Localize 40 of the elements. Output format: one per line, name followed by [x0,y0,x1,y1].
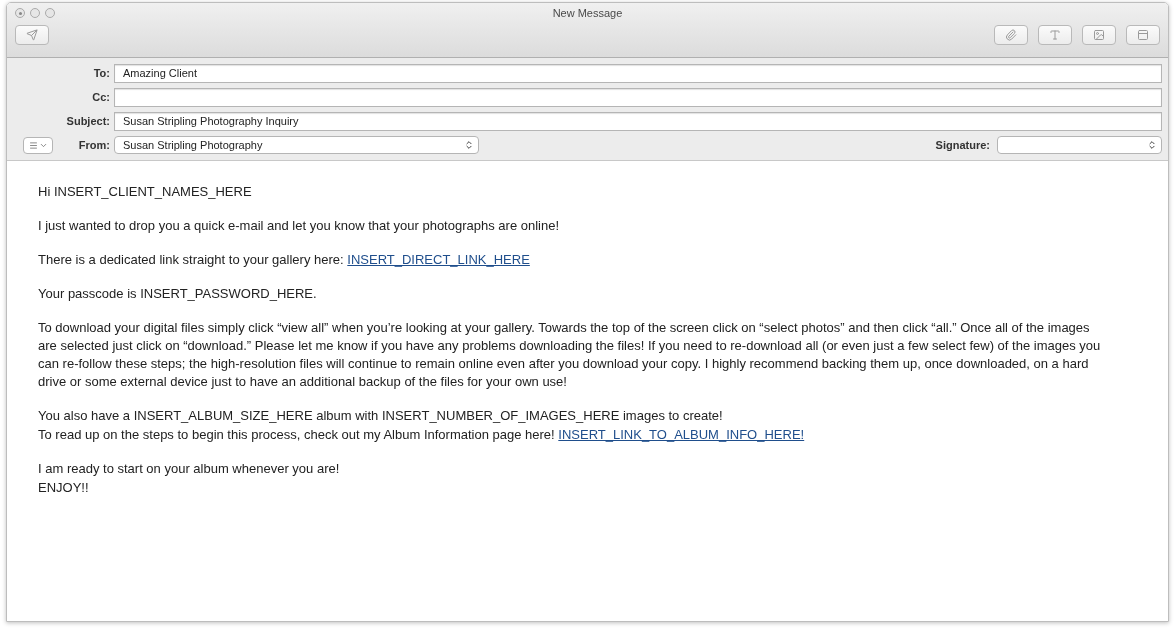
body-text: I am ready to start on your album whenever you are! [38,460,341,478]
photo-button[interactable] [1082,25,1116,45]
stepper-icon [464,140,474,150]
signature-dropdown[interactable] [997,136,1162,154]
minimize-button[interactable] [30,8,40,18]
text-field[interactable]: Susan Stripling Photography Inquiry [114,112,1162,131]
format-button[interactable] [1038,25,1072,45]
template-icon [1137,29,1149,41]
body-text: To read up on the steps to begin this process, check out my Album Information page here! INSERT_LINK_TO_ALBUM_INFO_HERE! [38,426,806,444]
field-label: To: [92,66,110,82]
body-text: Hi INSERT_CLIENT_NAMES_HERE [38,183,253,201]
from-dropdown[interactable]: Susan Stripling Photography [114,136,479,154]
field-label: Signature: [935,137,990,153]
link[interactable]: INSERT_DIRECT_LINK_HERE [347,252,530,267]
header-options-button[interactable] [23,136,53,154]
zoom-button[interactable] [45,8,55,18]
send-icon [26,29,38,41]
body-text: There is a dedicated link straight to your gallery here: INSERT_DIRECT_LINK_HERE [38,251,531,269]
field-label: From: [77,137,110,153]
text-field[interactable]: Amazing Client [114,64,1162,83]
window-title: New Message [552,5,623,21]
photo-icon [1093,29,1105,41]
body-text: ENJOY!! [38,479,90,497]
list-icon [28,140,38,150]
field-label: Cc: [91,90,110,106]
field-label: Subject: [65,114,110,130]
body-text: Your passcode is INSERT_PASSWORD_HERE. [38,285,318,303]
body-text: You also have a INSERT_ALBUM_SIZE_HERE album with INSERT_NUMBER_OF_IMAGES_HERE images to create! [38,407,724,425]
attach-button[interactable] [994,25,1028,45]
close-button[interactable] [15,8,25,18]
message-body[interactable] [7,161,1168,621]
link[interactable]: INSERT_LINK_TO_ALBUM_INFO_HERE! [558,427,805,442]
font-icon [1049,29,1061,41]
stepper-icon [1147,140,1157,150]
template-button[interactable] [1126,25,1160,45]
paperclip-icon [1005,29,1017,41]
body-text: I just wanted to drop you a quick e-mail and let you know that your photographs are online! [38,217,561,235]
send-button[interactable] [15,25,49,45]
text-field[interactable] [114,88,1162,107]
body-text: To download your digital files simply click “view all” when you’re looking at your gallery. Towards the top of the screen click on “select photos” and then click “all.” Once all of the images are selected just click on “download.” Please let me know if you have any problems downloading the files! If you need to re-download all (or even just a few select few) of the images you can re-follow these steps; the high-resolution files will continue to remain online even after you download your copy. I highly recommend backing them up, once downloaded, on a hard drive or some external device just to have an additional backup of the files for your own use! [38,319,1102,391]
